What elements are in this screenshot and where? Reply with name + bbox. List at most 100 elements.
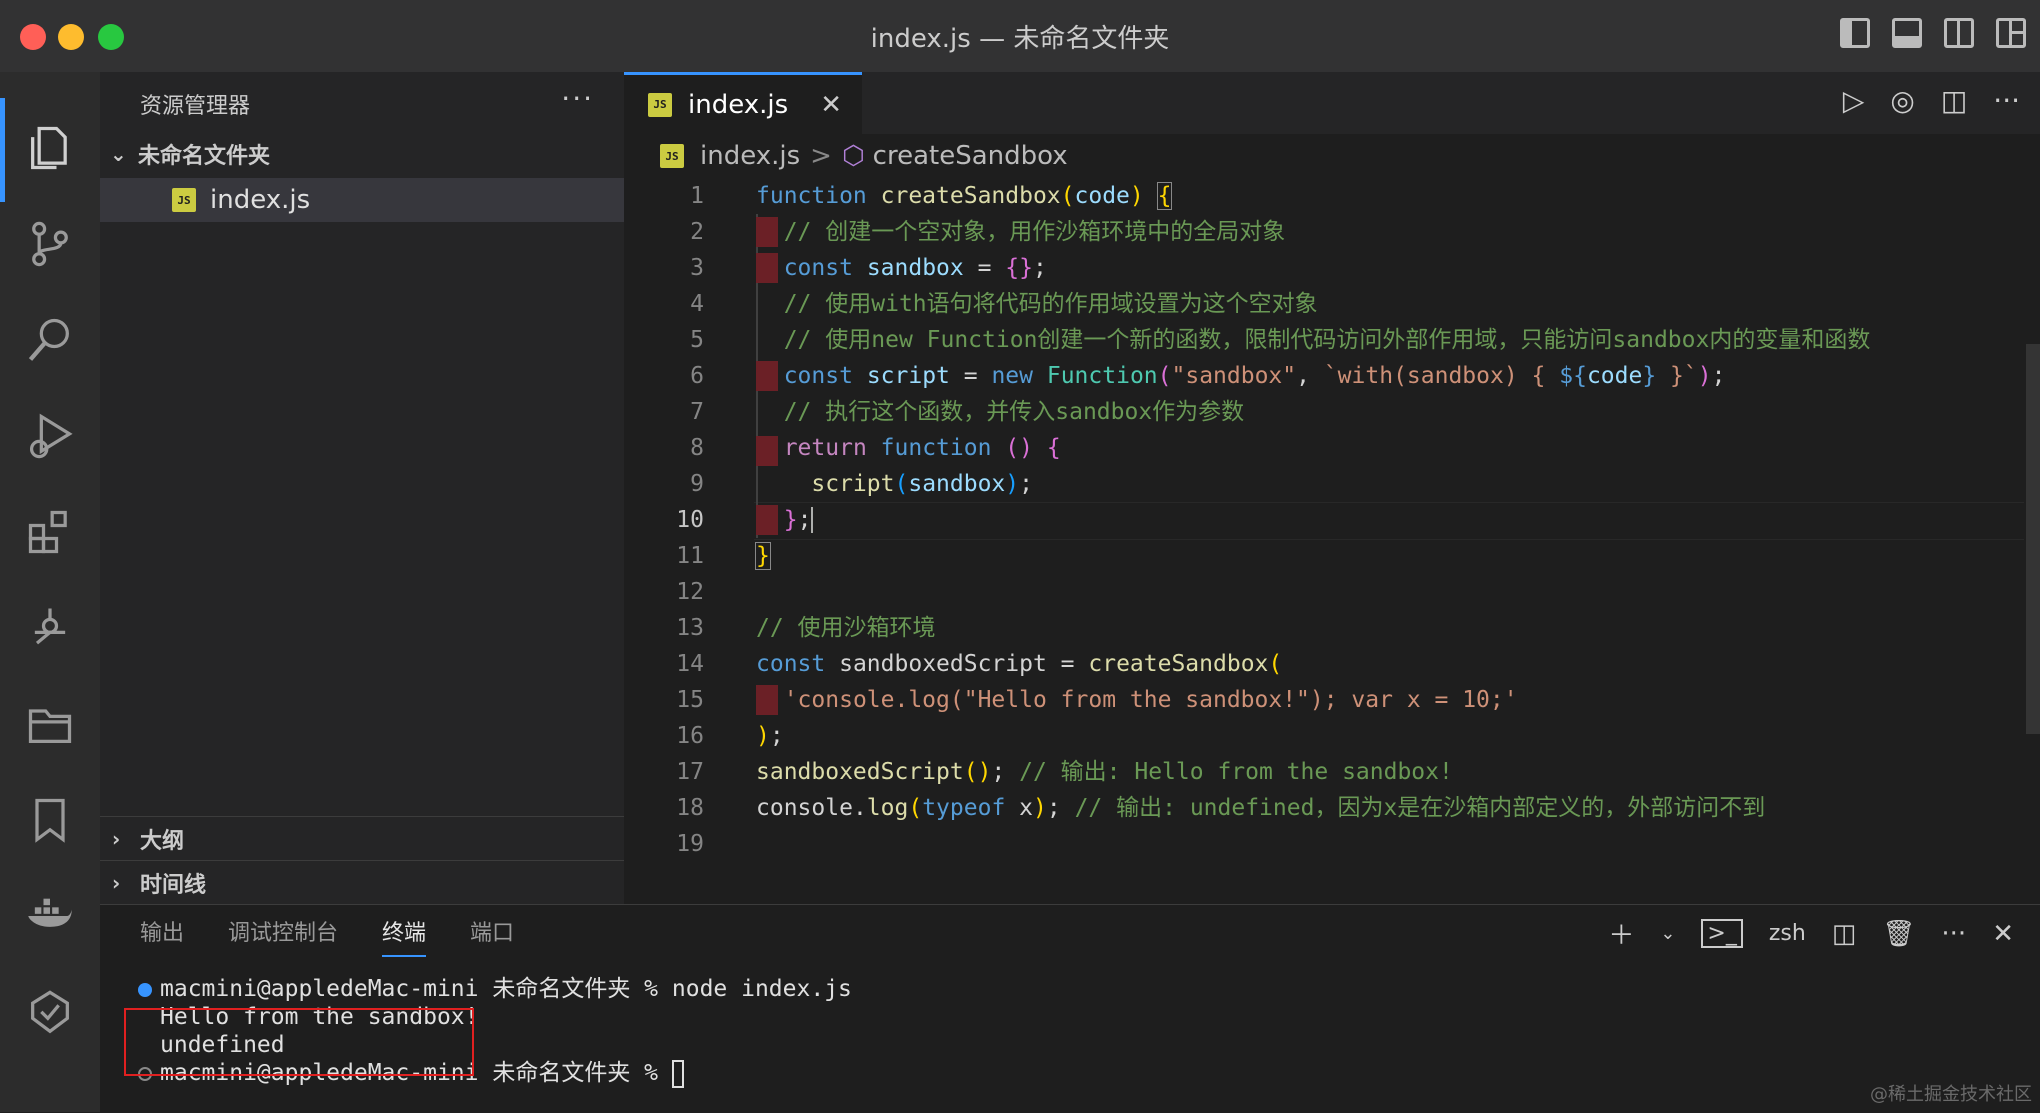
tab-label: index.js (688, 89, 789, 120)
code-line-11: } (755, 542, 771, 570)
editor-scrollbar[interactable] (2026, 344, 2040, 734)
line-number: 1 (690, 183, 704, 209)
toggle-secondary-sidebar-icon[interactable] (1944, 18, 1974, 48)
terminal-cursor (671, 1059, 684, 1088)
code-line-16: ); (756, 723, 784, 749)
explorer-icon[interactable] (22, 120, 78, 176)
folder-icon[interactable] (22, 696, 78, 752)
tab-index-js[interactable]: JS index.js ✕ (624, 72, 862, 134)
timeline-section[interactable]: › 时间线 (100, 860, 624, 905)
diff-marker (756, 685, 778, 715)
explorer-sidebar: 资源管理器 ··· ⌄ 未命名文件夹 JS index.js › 大纲 › 时间… (100, 72, 624, 904)
code-line-6: const script = new Function("sandbox", `… (783, 363, 1726, 389)
code-line-15: 'console.log("Hello from the sandbox!");… (783, 687, 1518, 713)
toggle-primary-sidebar-icon[interactable] (1840, 18, 1870, 48)
code-line-4: // 使用with语句将代码的作用域设置为这个空对象 (783, 291, 1318, 317)
current-line-highlight (754, 502, 2024, 540)
line-number: 4 (690, 291, 704, 317)
git-graph-icon[interactable] (22, 600, 78, 656)
diff-marker (756, 361, 778, 391)
line-number: 2 (690, 219, 704, 245)
run-and-debug-icon[interactable] (22, 408, 78, 464)
chevron-right-icon: › (112, 871, 121, 895)
explorer-more-button[interactable]: ··· (561, 82, 594, 115)
status-dot (138, 982, 152, 997)
diff-marker (756, 505, 778, 535)
docker-icon[interactable] (22, 888, 78, 944)
highlight-box (124, 1008, 474, 1076)
line-number: 12 (676, 579, 704, 605)
customize-layout-icon[interactable] (1996, 18, 2026, 48)
active-indicator (0, 98, 5, 202)
file-name: index.js (210, 185, 311, 215)
code-line-9: script(sandbox); (811, 471, 1033, 497)
split-terminal-icon[interactable]: ◫ (1832, 919, 1857, 949)
testing-icon[interactable] (22, 986, 78, 1042)
editor-tabs: JS index.js ✕ ▷ ◎ ◫ ··· (624, 72, 2040, 134)
line-number: 19 (676, 831, 704, 857)
chevron-down-icon: ⌄ (110, 142, 127, 166)
chevron-down-icon[interactable]: ⌄ (1660, 923, 1675, 944)
js-file-icon: JS (648, 92, 672, 117)
trash-icon[interactable]: 🗑 (1882, 919, 1915, 949)
line-number: 13 (676, 615, 704, 641)
line-number: 11 (676, 543, 704, 569)
explorer-title: 资源管理器 (140, 94, 251, 119)
line-number: 15 (676, 687, 704, 713)
line-number: 9 (690, 471, 704, 497)
terminal-icon: >_ (1701, 919, 1743, 948)
toggle-panel-icon[interactable] (1892, 18, 1922, 48)
new-terminal-icon[interactable]: ＋ (1608, 915, 1634, 952)
outline-label: 大纲 (140, 829, 185, 854)
breadcrumb-separator: > (810, 141, 832, 171)
tab-ports[interactable]: 端口 (470, 915, 514, 957)
diff-marker (756, 253, 778, 283)
code-editor[interactable]: 1 2 3 4 5 6 7 8 9 10 11 12 13 14 15 16 17 18 19 function c… (624, 178, 2040, 904)
line-number: 18 (676, 795, 704, 821)
breadcrumb-file[interactable]: index.js (700, 141, 800, 171)
live-share-icon[interactable]: ◎ (1890, 84, 1914, 117)
tab-output[interactable]: 输出 (140, 915, 184, 957)
code-line-17: sandboxedScript(); // 输出: Hello from the… (756, 759, 1453, 785)
breadcrumb: JS index.js > ⬡ createSandbox (660, 136, 1068, 176)
breadcrumb-symbol[interactable]: createSandbox (873, 141, 1068, 171)
close-panel-icon[interactable]: ✕ (1992, 919, 2014, 949)
source-control-icon[interactable] (22, 216, 78, 272)
code-line-2: // 创建一个空对象，用作沙箱环境中的全局对象 (783, 219, 1286, 245)
code-line-5: // 使用new Function创建一个新的函数，限制代码访问外部作用域，只能… (783, 327, 1871, 353)
close-tab-icon[interactable]: ✕ (820, 90, 842, 120)
line-number: 5 (690, 327, 704, 353)
tab-debug-console[interactable]: 调试控制台 (228, 915, 338, 957)
tab-terminal[interactable]: 终端 (382, 915, 427, 957)
line-number: 7 (690, 399, 704, 425)
js-file-icon: JS (660, 144, 684, 168)
bookmark-icon[interactable] (22, 792, 78, 848)
activity-bar (0, 72, 101, 1112)
diff-marker (756, 217, 778, 247)
shell-name[interactable]: zsh (1769, 921, 1806, 946)
run-file-icon[interactable]: ▷ (1843, 84, 1865, 117)
code-line-18: console.log(typeof x); // 输出: undefined，… (756, 795, 1766, 821)
search-icon[interactable] (22, 312, 78, 368)
line-number: 14 (676, 651, 704, 677)
code-line-14: const sandboxedScript = createSandbox( (756, 651, 1283, 677)
line-number: 16 (676, 723, 704, 749)
timeline-label: 时间线 (140, 873, 207, 898)
code-line-1: function createSandbox(code) { (756, 182, 1173, 210)
line-number: 10 (676, 507, 704, 533)
more-actions-icon[interactable]: ··· (1941, 919, 1966, 949)
line-number: 6 (690, 363, 704, 389)
terminal-line-1: macmini@appledeMac-mini 未命名文件夹 % node in… (138, 975, 852, 1003)
line-number: 3 (690, 255, 704, 281)
line-number: 17 (676, 759, 704, 785)
folder-row[interactable]: ⌄ 未命名文件夹 (110, 134, 270, 174)
split-editor-icon[interactable]: ◫ (1941, 84, 1967, 117)
js-file-icon: JS (172, 188, 196, 212)
code-line-3: const sandbox = {}; (783, 255, 1047, 281)
outline-section[interactable]: › 大纲 (100, 816, 624, 861)
code-line-13: // 使用沙箱环境 (756, 615, 936, 641)
file-row-index-js[interactable]: JS index.js (100, 178, 624, 222)
extensions-icon[interactable] (22, 504, 78, 560)
watermark: @稀土掘金技术社区 (1870, 1084, 2032, 1105)
more-actions-icon[interactable]: ··· (1993, 84, 2020, 117)
